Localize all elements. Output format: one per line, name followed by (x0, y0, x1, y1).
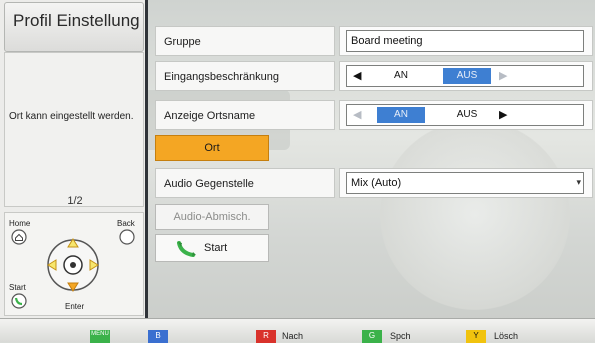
anzeige-toggle[interactable]: ◀ AN AUS ▶ (346, 104, 584, 126)
bottom-key-bar: MENU B R Nach G Spch Y Lösch (0, 318, 595, 343)
audio-value-cell: Mix (Auto) ▾ (339, 168, 593, 198)
gruppe-value-cell: Board meeting (339, 26, 593, 56)
yellow-key-badge[interactable]: Y (466, 330, 486, 343)
page-indicator: 1/2 (67, 195, 83, 207)
row-ort: Ort (151, 132, 595, 166)
left-panel: Profil Einstellung Ort kann eingestellt … (0, 0, 148, 318)
eingang-value-cell: ◀ AN AUS ▶ (339, 61, 593, 91)
anzeige-option-off[interactable]: AUS (443, 107, 491, 123)
green-key-label: Spch (390, 331, 411, 341)
green-key-badge[interactable]: G (362, 330, 382, 343)
row-anzeige-ortsname: Anzeige Ortsname ◀ AN AUS ▶ (151, 98, 595, 132)
gruppe-label: Gruppe (155, 26, 335, 56)
page-title: Profil Einstellung (4, 2, 144, 52)
anzeige-label: Anzeige Ortsname (155, 100, 335, 130)
phone-icon (177, 241, 196, 257)
audio-abmisch-button[interactable]: Audio-Abmisch. (155, 204, 269, 230)
direction-pad-icon (47, 238, 99, 292)
eingang-label: Eingangsbeschränkung (155, 61, 335, 91)
ort-button[interactable]: Ort (155, 135, 269, 161)
back-label: Back (117, 219, 135, 228)
home-label: Home (9, 219, 31, 228)
start-label: Start (9, 283, 26, 292)
arrow-right-icon[interactable]: ▶ (499, 108, 507, 121)
anzeige-value-cell: ◀ AN AUS ▶ (339, 100, 593, 130)
eingang-option-off[interactable]: AUS (443, 68, 491, 84)
arrow-left-icon[interactable]: ◀ (353, 108, 361, 121)
settings-form: Gruppe Board meeting Eingangsbeschränkun… (151, 14, 595, 318)
info-panel: Ort kann eingestellt werden. 1/2 (4, 52, 144, 207)
audio-label: Audio Gegenstelle (155, 168, 335, 198)
chevron-down-icon[interactable]: ▾ (576, 177, 581, 188)
red-key-badge[interactable]: R (256, 330, 276, 343)
audio-select-value: Mix (Auto) (351, 177, 402, 189)
start-button[interactable]: Start (155, 234, 269, 262)
yellow-key-label: Lösch (494, 331, 519, 341)
blue-key-badge[interactable]: B (148, 330, 168, 343)
menu-key-badge[interactable]: MENU (90, 330, 110, 343)
remote-guide: Home Back Start Enter (4, 212, 144, 316)
back-button-icon (119, 229, 135, 245)
anzeige-option-on[interactable]: AN (377, 107, 425, 123)
info-text: Ort kann eingestellt werden. (9, 111, 134, 122)
eingang-toggle[interactable]: ◀ AN AUS ▶ (346, 65, 584, 87)
enter-label: Enter (65, 302, 85, 311)
arrow-right-icon[interactable]: ▶ (499, 69, 507, 82)
row-audio-gegenstelle: Audio Gegenstelle Mix (Auto) ▾ (151, 166, 595, 200)
eingang-option-on[interactable]: AN (377, 68, 425, 84)
start-call-icon (11, 293, 27, 309)
red-key-label: Nach (282, 331, 304, 341)
arrow-left-icon[interactable]: ◀ (353, 69, 361, 82)
gruppe-input[interactable]: Board meeting (346, 30, 584, 52)
row-gruppe: Gruppe Board meeting (151, 24, 595, 58)
row-eingangsbeschraenkung: Eingangsbeschränkung ◀ AN AUS ▶ (151, 59, 595, 93)
home-icon (11, 229, 27, 245)
start-button-label: Start (204, 242, 228, 254)
audio-select[interactable]: Mix (Auto) ▾ (346, 172, 584, 194)
